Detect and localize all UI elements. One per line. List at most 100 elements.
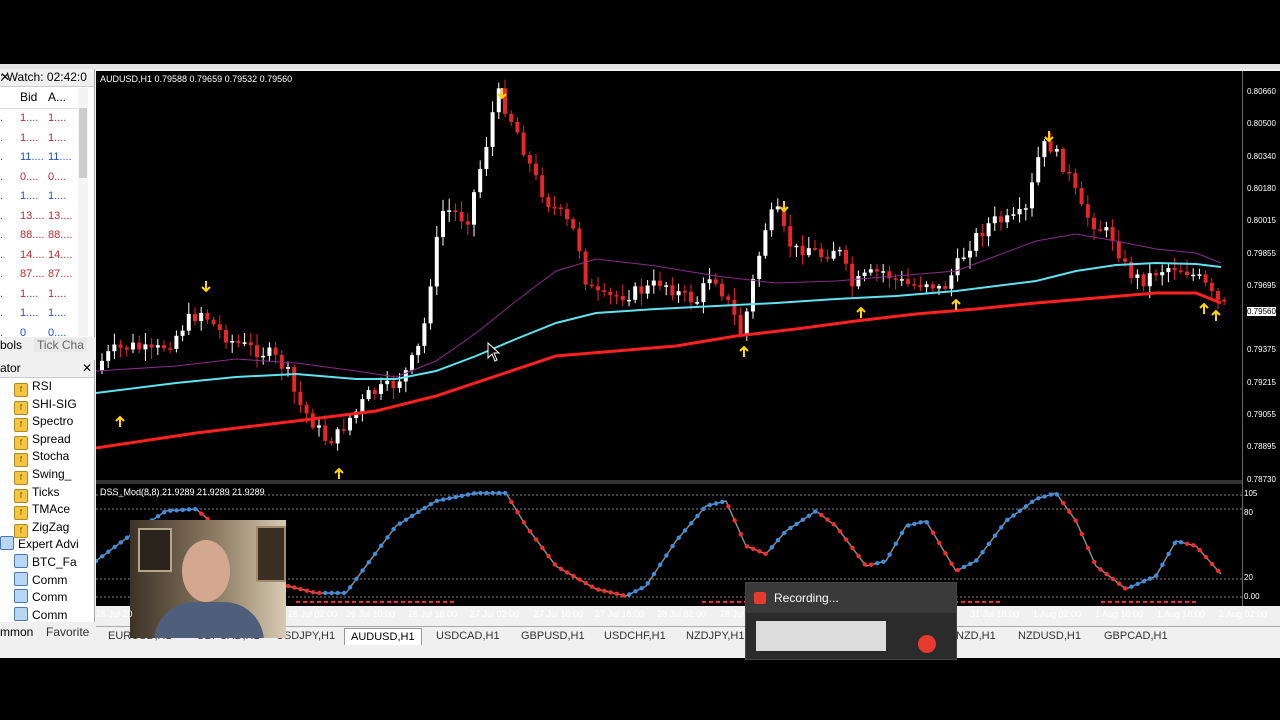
oscillator-dot	[738, 532, 743, 537]
tab-symbols[interactable]: bols	[0, 338, 22, 352]
table-row[interactable]: . 13.... 13....	[0, 207, 80, 227]
oscillator-dot	[806, 513, 812, 518]
oscillator-dot	[1154, 573, 1159, 578]
stop-recording-button[interactable]	[918, 635, 936, 653]
navigator-item[interactable]: BTC_Fa	[14, 554, 77, 571]
scrollbar[interactable]	[78, 88, 88, 336]
navigator-item[interactable]: f Stocha	[14, 448, 69, 468]
candle-body	[614, 295, 619, 297]
tab-chart[interactable]: GBPCAD,H1	[1104, 630, 1168, 642]
oscillator-dot	[441, 497, 446, 502]
histogram-mark	[709, 601, 713, 603]
navigator-item-label: TMAce	[32, 502, 71, 517]
candle-body	[534, 163, 538, 176]
column-bid[interactable]: Bid	[20, 90, 37, 104]
recording-header: Recording...	[746, 583, 956, 613]
tab-favorites[interactable]: Favorite	[46, 625, 89, 639]
table-row[interactable]: . 88.... 88....	[0, 226, 80, 246]
navigator-item[interactable]: f SHI-SIG	[14, 396, 77, 415]
time-tick-label: 1 Aug 10:00	[1095, 609, 1144, 619]
row-marker: .	[0, 190, 4, 202]
close-icon[interactable]: ✕	[82, 360, 92, 377]
histogram-mark	[373, 601, 377, 603]
histogram-mark	[443, 601, 447, 603]
navigator-item[interactable]: f RSI	[14, 378, 52, 397]
oscillator-dot	[794, 521, 799, 527]
tab-chart[interactable]: USDCAD,H1	[436, 630, 500, 642]
navigator-item[interactable]: f Swing_	[14, 466, 71, 485]
oscillator-dot	[1067, 509, 1072, 514]
price-axis[interactable]: 0.80660 0.80500 0.80340 0.80180 0.80015 0.798…	[1242, 71, 1280, 606]
navigator-item[interactable]: Comm	[14, 589, 67, 606]
price-tick-label: 0.78895	[1247, 442, 1276, 452]
bid-value: 0....	[20, 170, 39, 183]
candle-body	[149, 344, 154, 348]
navigator-item-label: Expert Advi	[18, 537, 79, 552]
candle-body	[1042, 141, 1047, 158]
ask-value: 88....	[48, 229, 73, 241]
table-row[interactable]: . 1.... 1....	[0, 304, 80, 324]
table-row[interactable]: . 14.... 14....	[0, 246, 80, 266]
candle-body	[385, 380, 390, 385]
row-marker: .	[0, 307, 4, 319]
candle-body	[1147, 273, 1152, 287]
navigator-item-label: Spread	[32, 431, 71, 446]
table-row[interactable]: . 11.... 11....	[0, 148, 80, 168]
oscillator-dot	[1104, 571, 1109, 577]
histogram-mark	[317, 601, 321, 603]
navigator-item[interactable]: Comm	[14, 606, 68, 624]
table-row[interactable]: . 1.... 1....	[0, 285, 80, 305]
oscillator-tick-label: 105	[1244, 489, 1258, 498]
table-row[interactable]: . 0.... 0....	[0, 168, 80, 188]
navigator-item[interactable]: Expert Advi	[0, 536, 79, 553]
oscillator-dot	[955, 567, 960, 573]
oscillator-dot	[1054, 492, 1060, 497]
buy-arrow-icon	[1211, 309, 1221, 321]
histogram-mark	[296, 601, 300, 603]
navigator-item[interactable]: f ZigZag	[14, 519, 69, 538]
navigator-item-label: Comm	[32, 607, 68, 622]
oscillator-dot	[1172, 540, 1178, 546]
column-ask[interactable]: A...	[48, 90, 66, 104]
candle-body	[496, 88, 501, 113]
mouse-cursor-icon	[487, 341, 501, 362]
histogram-mark	[310, 601, 314, 603]
oscillator-tick-label: 80	[1244, 508, 1253, 517]
tab-chart[interactable]: USDCHF,H1	[604, 630, 666, 642]
candle-body	[509, 113, 514, 122]
navigator-item[interactable]: Comm	[14, 571, 67, 589]
candle-body	[242, 342, 247, 344]
tab-common[interactable]: mmon	[0, 625, 33, 639]
tab-chart[interactable]: GBPUSD,H1	[521, 630, 585, 642]
oscillator-dot	[521, 520, 526, 525]
tab-tick-chart[interactable]: Tick Cha	[34, 338, 87, 352]
candle-body	[1110, 227, 1115, 242]
candle-body	[360, 399, 365, 412]
market-watch-header: Bid A...	[0, 88, 80, 109]
navigator-item[interactable]: f Spectro	[14, 413, 73, 433]
oscillator-dot	[391, 527, 396, 532]
tab-chart[interactable]: NZD,H1	[956, 630, 996, 642]
table-row[interactable]: . 1.... 1....	[0, 109, 80, 129]
histogram-mark	[1129, 601, 1133, 603]
oscillator-dot	[763, 551, 768, 557]
oscillator-dot	[968, 561, 973, 567]
oscillator-dot	[726, 504, 731, 509]
navigator-item[interactable]: f TMAce	[14, 501, 71, 521]
table-row[interactable]: . 1.... 1....	[0, 129, 80, 149]
candle-body	[875, 269, 879, 272]
tab-chart[interactable]: NZDUSD,H1	[1018, 630, 1081, 642]
chart-symbol-line: AUDUSD,H1 0.79588 0.79659 0.79532 0.7956…	[100, 74, 293, 84]
oscillator-dot	[472, 491, 477, 496]
tab-chart[interactable]: AUDUSD,H1	[344, 628, 422, 645]
table-row[interactable]: . 1.... 1....	[0, 187, 80, 207]
close-icon[interactable]: ✕	[0, 69, 92, 86]
table-row[interactable]: . 87.... 87....	[0, 265, 80, 285]
navigator-item[interactable]: f Ticks	[14, 484, 60, 503]
tab-chart[interactable]: NZDJPY,H1	[686, 630, 744, 642]
candle-body	[236, 341, 241, 343]
scrollbar-thumb[interactable]	[79, 108, 87, 178]
candle-body	[893, 278, 898, 280]
oscillator-dot	[162, 510, 167, 515]
navigator-item[interactable]: f Spread	[14, 431, 71, 450]
